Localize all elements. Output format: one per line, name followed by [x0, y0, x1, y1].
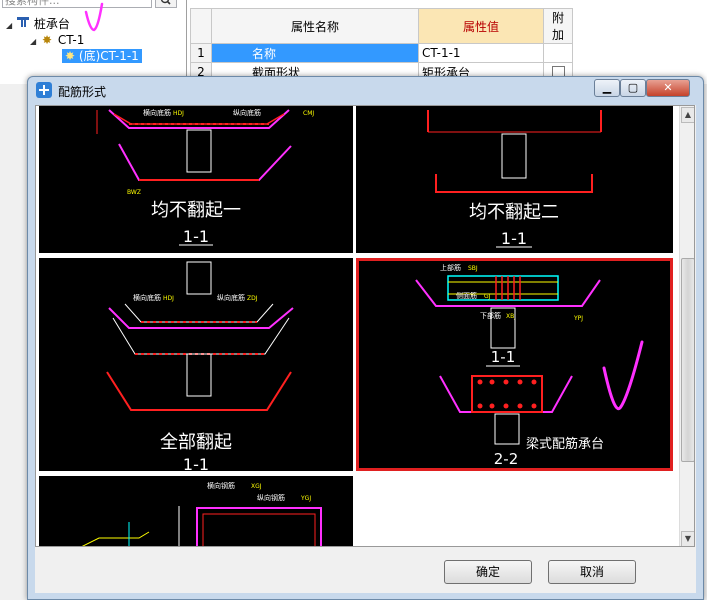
- dialog-client: 横向底筋 纵向底筋 HDJ CMJ BWZ 均不翻起一 1-1 均不翻起二 1-…: [35, 105, 696, 593]
- component-tree-pane: 搜索构件... ◢ 桩承台 ◢ ✸ CT-1 ✸ (底)CT-1-1: [0, 0, 187, 84]
- search-button[interactable]: [155, 0, 177, 8]
- option-title: 全部翻起: [160, 432, 232, 453]
- search-icon: [160, 0, 171, 5]
- collapse-arrow-icon[interactable]: ◢: [6, 18, 16, 34]
- option-card-2[interactable]: 均不翻起二 1-1: [356, 106, 673, 253]
- option-card-5[interactable]: 横向钢筋 XGJ 纵向钢筋 YGJ: [39, 476, 353, 546]
- tree-item-label: (底)CT-1-1: [78, 49, 139, 63]
- row-number-header: [190, 8, 212, 44]
- annotation-label: 纵向底筋: [233, 108, 261, 117]
- annotation-code: SBJ: [468, 265, 478, 272]
- option-gallery: 横向底筋 纵向底筋 HDJ CMJ BWZ 均不翻起一 1-1 均不翻起二 1-…: [35, 105, 695, 547]
- dialog-titlebar[interactable]: 配筋形式 ▁ ▢ ✕: [28, 77, 703, 105]
- annotation-code: YGJ: [300, 495, 311, 502]
- minimize-icon: ▁: [602, 81, 612, 94]
- section-label: 1-1: [183, 227, 209, 246]
- annotation-code: XGJ: [251, 483, 262, 490]
- dialog-title: 配筋形式: [58, 85, 107, 99]
- column-header-extra: 附加: [543, 8, 573, 44]
- rebar-diagram: 上部筋 SBJ 侧面筋 GJ 下部筋 XBJ YPJ 1-1 2-2 梁式配筋承…: [415, 263, 644, 468]
- property-name[interactable]: 名称: [211, 43, 419, 63]
- minimize-button[interactable]: ▁: [594, 79, 620, 97]
- option-title: 均不翻起一: [151, 200, 241, 221]
- rebar-diagram: 横向底筋 纵向底筋 HDJ CMJ BWZ 均不翻起一 1-1: [96, 108, 314, 246]
- annotation-code: ZDJ: [247, 295, 258, 302]
- app-icon: [36, 82, 52, 98]
- annotation-label: 横向底筋: [133, 293, 161, 302]
- option-card-1[interactable]: 横向底筋 纵向底筋 HDJ CMJ BWZ 均不翻起一 1-1: [39, 106, 353, 253]
- column-header-value: 属性值: [418, 8, 544, 44]
- section-label: 1-1: [183, 455, 209, 471]
- property-value[interactable]: CT-1-1: [418, 43, 544, 63]
- annotation-code: HDJ: [163, 295, 174, 302]
- column-header-name: 属性名称: [211, 8, 419, 44]
- annotation-label: 横向底筋: [143, 108, 171, 117]
- scrollbar-thumb[interactable]: [681, 258, 694, 462]
- scroll-up-arrow-icon[interactable]: ▲: [681, 107, 694, 123]
- rebar-diagram: 横向钢筋 XGJ 纵向钢筋 YGJ: [81, 481, 322, 546]
- rebar-diagram: 均不翻起二 1-1: [427, 110, 602, 248]
- rebar-diagram: 横向底筋 HDJ 纵向底筋 ZDJ 全部翻起 1-1: [106, 261, 294, 471]
- option-card-3[interactable]: 横向底筋 HDJ 纵向底筋 ZDJ 全部翻起 1-1: [39, 258, 353, 471]
- maximize-button[interactable]: ▢: [620, 79, 646, 97]
- close-button[interactable]: ✕: [646, 79, 690, 97]
- section-label: 1-1: [501, 229, 527, 248]
- pile-cap-icon: [16, 16, 30, 32]
- vertical-scrollbar[interactable]: ▲ ▼: [679, 106, 694, 546]
- handwritten-check-mark: [602, 340, 644, 411]
- tree-item-ct-1[interactable]: ◢ ✸ CT-1: [30, 32, 84, 48]
- gear-icon: ✸: [41, 33, 53, 47]
- property-table: 属性名称 属性值 附加 1 名称 CT-1-1 2 截面形状 矩形承台: [190, 8, 573, 82]
- close-icon: ✕: [663, 81, 673, 94]
- annotation-label: 纵向钢筋: [257, 493, 285, 502]
- annotation-label: 纵向底筋: [217, 293, 245, 302]
- tree-item-ct-1-1[interactable]: ✸ (底)CT-1-1: [62, 48, 142, 64]
- option-title: 均不翻起二: [469, 202, 559, 223]
- gear-icon: ✸: [65, 49, 76, 63]
- annotation-code: YPJ: [573, 315, 583, 322]
- section-label: 2-2: [494, 450, 519, 468]
- scroll-down-arrow-icon[interactable]: ▼: [681, 531, 694, 546]
- tree-item-pile-cap[interactable]: ◢ 桩承台: [6, 16, 70, 32]
- handwritten-mark: [84, 2, 104, 32]
- extra-cell: [543, 43, 573, 63]
- row-number: 1: [190, 43, 212, 63]
- annotation-label: 横向钢筋: [207, 481, 235, 490]
- collapse-arrow-icon[interactable]: ◢: [30, 34, 40, 50]
- reinforcement-dialog: 配筋形式 ▁ ▢ ✕ 横向底筋 纵向底筋 HDJ CMJ BWZ 均不翻起一 1…: [27, 76, 704, 600]
- annotation-code: CMJ: [303, 110, 314, 117]
- option-title: 梁式配筋承台: [526, 436, 604, 452]
- annotation-label: 上部筋: [440, 263, 461, 272]
- empty-cell: [356, 476, 673, 546]
- annotation-label: 侧面筋: [456, 291, 477, 300]
- annotation-code: GJ: [484, 293, 491, 300]
- annotation-code: BWZ: [127, 189, 141, 196]
- cancel-button[interactable]: 取消: [548, 560, 636, 584]
- ok-button[interactable]: 确定: [444, 560, 532, 584]
- table-row[interactable]: 1 名称 CT-1-1: [190, 43, 573, 63]
- search-input[interactable]: 搜索构件...: [2, 0, 152, 8]
- annotation-code: HDJ: [173, 110, 184, 117]
- option-card-4-selected[interactable]: 上部筋 SBJ 侧面筋 GJ 下部筋 XBJ YPJ 1-1 2-2 梁式配筋承…: [356, 258, 673, 471]
- maximize-icon: ▢: [627, 81, 639, 94]
- tree-item-label: 桩承台: [33, 17, 70, 31]
- section-label: 1-1: [491, 348, 516, 366]
